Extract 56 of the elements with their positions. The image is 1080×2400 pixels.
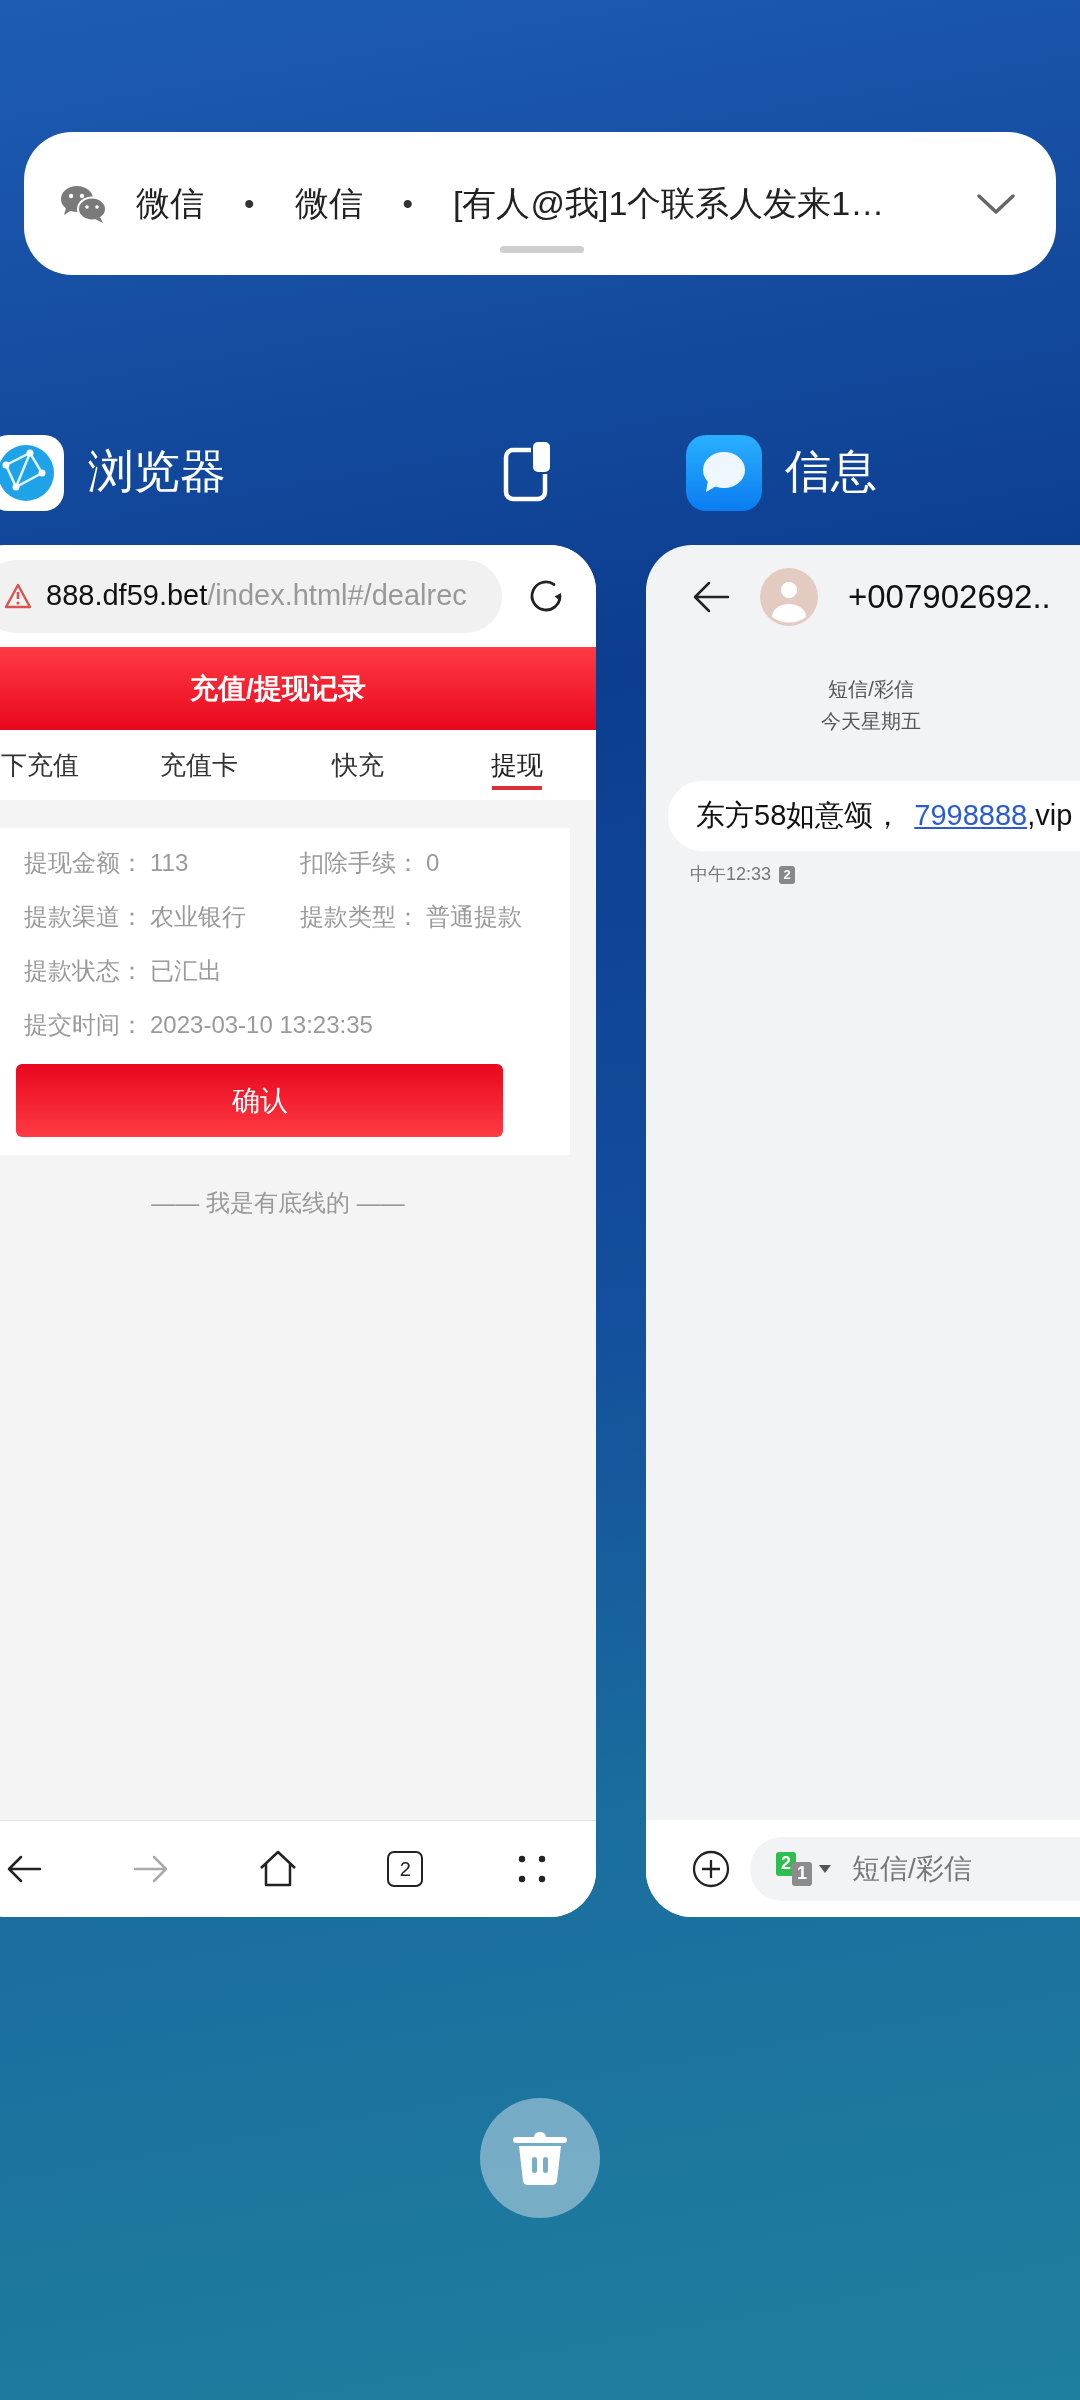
app-title: 浏览器 <box>88 444 226 499</box>
url-text: 888.df59.bet/index.html#/dealrec <box>46 578 467 614</box>
field-label: 提交时间： <box>24 1010 144 1040</box>
contact-number: +007902692.. <box>848 577 1051 618</box>
page-title: 充值/提现记录 <box>190 671 366 706</box>
drag-handle[interactable] <box>500 246 584 253</box>
field-value: 0 <box>426 848 440 878</box>
thread-type-label: 短信/彩信 <box>828 677 914 702</box>
tab[interactable]: 充值卡 <box>119 730 278 800</box>
app-icon[interactable] <box>686 435 762 511</box>
add-icon[interactable] <box>692 1849 730 1888</box>
home-icon[interactable] <box>258 1849 298 1889</box>
confirm-button[interactable]: 确认 <box>16 1064 503 1137</box>
caret-icon[interactable] <box>818 1863 832 1874</box>
app-title: 信息 <box>785 444 877 499</box>
message-input[interactable]: 短信/彩信 <box>852 1847 1052 1890</box>
tab[interactable]: 提现 <box>437 730 596 800</box>
avatar-icon <box>760 568 818 626</box>
browser-window-card[interactable]: 888.df59.bet/index.html#/dealrec 充值/提现记录 下充值 充值卡 快充 提现 提现金额： 113 扣除手续： 0 提款渠道： 农业银行 提款类型： 普通提款 提款状态： 已汇出 提交时间： 2023-03-10 13:23:35 确认 —— 我是有底线的 —— 2 <box>0 545 596 1917</box>
messages-window-card[interactable]: +007902692.. 短信/彩信 今天星期五 东方58如意颂， 7998888,vip 中午12:33 2 2 1 短信/彩信 <box>646 545 1080 1917</box>
field-label: 提款渠道： <box>24 902 144 932</box>
field-label: 扣除手续： <box>300 848 420 878</box>
message-link[interactable]: 7998888 <box>914 799 1028 832</box>
notification-card[interactable]: 微信 • 微信 • [有人@我]1个联系人发来1… <box>24 132 1056 275</box>
back-arrow-icon[interactable] <box>5 1854 42 1884</box>
field-value: 普通提款 <box>426 902 522 932</box>
message-time: 中午12:33 <box>690 863 772 886</box>
tab[interactable]: 快充 <box>278 730 437 800</box>
thread-date: 今天星期五 <box>821 709 921 734</box>
field-value: 2023-03-10 13:23:35 <box>150 1010 373 1040</box>
sim-badge: 1 <box>792 1861 812 1886</box>
notification-text: 微信 <box>294 183 363 224</box>
tab-count-button[interactable]: 2 <box>387 1851 424 1887</box>
tab[interactable]: 下充值 <box>0 730 119 800</box>
menu-dots-icon[interactable] <box>517 1854 548 1884</box>
notification-text: 微信 <box>136 183 204 224</box>
field-label: 提现金额： <box>24 848 144 878</box>
field-label: 提款类型： <box>300 902 420 932</box>
message-text: 东方58如意颂， 7998888,vip <box>696 798 1073 834</box>
end-of-list-text: —— 我是有底线的 —— <box>151 1188 405 1218</box>
field-value: 农业银行 <box>150 902 246 932</box>
separator-dot: • <box>402 186 414 222</box>
notification-text: [有人@我]1个联系人发来1… <box>453 183 885 224</box>
chevron-down-icon[interactable] <box>976 191 1016 216</box>
sim-badge: 2 <box>779 865 796 884</box>
separator-dot: • <box>244 186 255 222</box>
field-value: 113 <box>150 848 189 878</box>
chat-bubbles-icon <box>60 183 108 224</box>
address-bar[interactable]: 888.df59.bet/index.html#/dealrec <box>0 559 502 633</box>
trash-icon <box>511 2129 569 2187</box>
field-label: 提款状态： <box>24 956 144 986</box>
field-value: 已汇出 <box>150 956 222 986</box>
warning-icon <box>4 583 32 609</box>
back-arrow-icon[interactable] <box>692 580 730 614</box>
app-icon[interactable] <box>0 435 64 511</box>
split-screen-icon[interactable] <box>503 440 553 502</box>
